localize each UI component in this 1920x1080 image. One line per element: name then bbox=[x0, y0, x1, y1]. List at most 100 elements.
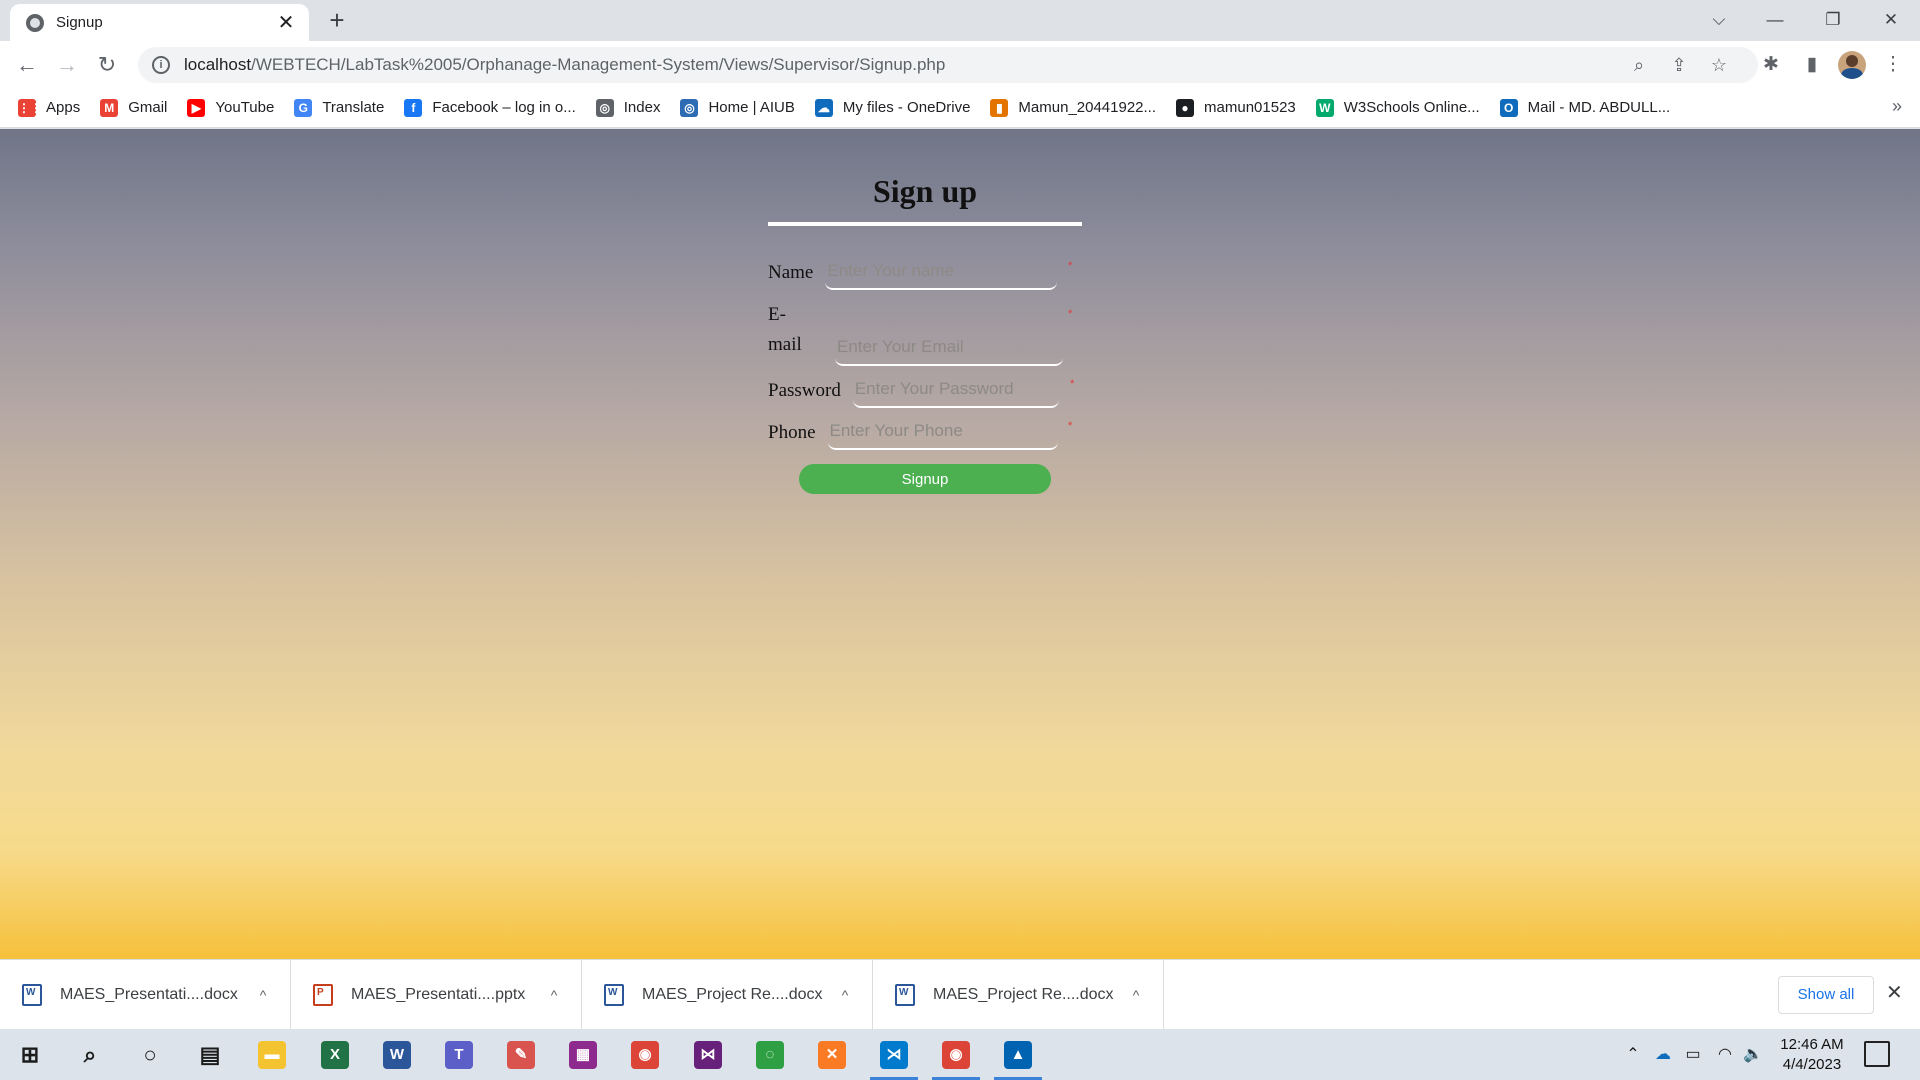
taskbar-item[interactable]: ⊞ bbox=[0, 1029, 60, 1080]
taskbar-item[interactable]: ◉ bbox=[926, 1029, 986, 1080]
bookmark-item[interactable]: ● mamun01523 bbox=[1176, 98, 1296, 117]
back-button[interactable]: ← bbox=[11, 49, 43, 81]
word-file-icon: W bbox=[604, 983, 624, 1006]
tab-title: Signup bbox=[56, 14, 103, 31]
email-field[interactable] bbox=[835, 334, 1063, 366]
download-item[interactable]: W MAES_Presentati....docx ^ bbox=[0, 960, 291, 1029]
bookmark-item[interactable]: ▶ YouTube bbox=[187, 98, 274, 117]
teams-icon: T bbox=[445, 1040, 473, 1069]
bookmark-item[interactable]: ◎ Index bbox=[595, 98, 660, 117]
close-window-button[interactable]: ✕ bbox=[1868, 4, 1914, 36]
loader-icon: ◌ bbox=[756, 1040, 784, 1069]
clock[interactable]: 12:46 AM 4/4/2023 bbox=[1770, 1035, 1854, 1075]
close-download-bar-icon[interactable]: ✕ bbox=[1886, 980, 1903, 1005]
signup-button[interactable]: Signup bbox=[799, 464, 1051, 494]
bookmark-label: Mamun_20441922... bbox=[1018, 99, 1157, 116]
chevron-up-icon[interactable]: ^ bbox=[248, 987, 278, 1003]
bookmark-item[interactable]: ☁ My files - OneDrive bbox=[814, 98, 970, 117]
phone-row: Phone * bbox=[768, 418, 1082, 450]
side-panel-icon[interactable]: ▮ bbox=[1796, 49, 1828, 81]
tab-strip: Signup ✕ + ⌵ — ❐ ✕ bbox=[0, 0, 1920, 41]
address-bar[interactable]: i localhost/WEBTECH/LabTask%2005/Orphana… bbox=[138, 47, 1758, 83]
chrome-active-icon: ◉ bbox=[942, 1040, 970, 1069]
xampp-icon: ✕ bbox=[818, 1040, 846, 1069]
notification-center-icon[interactable] bbox=[1864, 1041, 1890, 1067]
wifi-icon[interactable]: ◠ bbox=[1712, 1029, 1738, 1080]
taskbar-item[interactable]: W bbox=[367, 1029, 427, 1080]
task-view-icon: ▤ bbox=[199, 1041, 221, 1067]
taskbar-item[interactable]: ◌ bbox=[740, 1029, 800, 1080]
name-field[interactable] bbox=[825, 258, 1058, 290]
bookmark-item[interactable]: f Facebook – log in o... bbox=[404, 98, 576, 117]
volume-icon[interactable]: 🔈 bbox=[1740, 1029, 1766, 1080]
tab-search-icon[interactable]: ⌵ bbox=[1696, 4, 1742, 36]
bookmark-label: W3Schools Online... bbox=[1343, 99, 1480, 116]
show-all-button[interactable]: Show all bbox=[1778, 976, 1874, 1014]
download-item[interactable]: W MAES_Project Re....docx ^ bbox=[582, 960, 873, 1029]
bookmark-label: mamun01523 bbox=[1204, 99, 1296, 116]
restore-button[interactable]: ❐ bbox=[1810, 4, 1856, 36]
phone-field[interactable] bbox=[827, 418, 1058, 450]
bookmark-star-icon[interactable]: ☆ bbox=[1704, 47, 1734, 83]
site-info-icon[interactable]: i bbox=[152, 56, 170, 74]
required-mark: * bbox=[1068, 420, 1073, 432]
tab-close-icon[interactable]: ✕ bbox=[275, 10, 297, 35]
file-type-glyph: W bbox=[26, 986, 36, 998]
taskbar-item[interactable]: ⋊ bbox=[864, 1029, 924, 1080]
bookmark-label: Apps bbox=[46, 99, 81, 116]
chevron-up-icon[interactable]: ^ bbox=[830, 987, 860, 1003]
minimize-button[interactable]: — bbox=[1752, 4, 1798, 36]
bookmark-item[interactable]: ▮ Mamun_20441922... bbox=[990, 98, 1157, 117]
taskbar-item[interactable]: ▲ bbox=[988, 1029, 1048, 1080]
taskbar-item[interactable]: ○ bbox=[120, 1029, 180, 1080]
tray-chevron-icon[interactable]: ⌃ bbox=[1620, 1029, 1646, 1080]
name-label: Name bbox=[768, 262, 814, 283]
taskbar-item[interactable]: T bbox=[429, 1029, 489, 1080]
required-mark: * bbox=[1070, 378, 1075, 390]
word-icon: W bbox=[383, 1040, 411, 1069]
taskbar-item[interactable]: ▤ bbox=[180, 1029, 240, 1080]
bookmark-item[interactable]: W W3Schools Online... bbox=[1315, 98, 1480, 117]
extensions-icon[interactable]: ✱ bbox=[1755, 49, 1787, 81]
taskbar-item[interactable]: ▦ bbox=[553, 1029, 613, 1080]
winrar-icon: ▦ bbox=[569, 1040, 597, 1069]
bar-chart-icon: ▮ bbox=[990, 98, 1009, 117]
chevron-up-icon[interactable]: ^ bbox=[1121, 987, 1151, 1003]
password-field[interactable] bbox=[852, 376, 1059, 408]
share-icon[interactable]: ⇪ bbox=[1664, 47, 1694, 83]
bookmark-label: Facebook – log in o... bbox=[432, 99, 576, 116]
bookmark-item[interactable]: O Mail - MD. ABDULL... bbox=[1499, 98, 1670, 117]
bookmark-item[interactable]: ◎ Home | AIUB bbox=[680, 98, 795, 117]
new-tab-button[interactable]: + bbox=[323, 6, 351, 34]
reload-button[interactable]: ↻ bbox=[91, 49, 123, 81]
zoom-icon[interactable]: ⌕ bbox=[1624, 47, 1654, 83]
forward-button[interactable]: → bbox=[51, 49, 83, 81]
bookmarks-overflow-icon[interactable]: » bbox=[1892, 96, 1902, 117]
word-file-icon: W bbox=[895, 983, 915, 1006]
bookmark-item[interactable]: G Translate bbox=[294, 98, 384, 117]
download-item[interactable]: P MAES_Presentati....pptx ^ bbox=[291, 960, 582, 1029]
profile-avatar[interactable] bbox=[1838, 51, 1866, 79]
url-text[interactable]: localhost/WEBTECH/LabTask%2005/Orphanage… bbox=[184, 55, 945, 75]
chevron-up-icon[interactable]: ^ bbox=[539, 987, 569, 1003]
taskbar-item[interactable]: ▬ bbox=[242, 1029, 302, 1080]
file-type-glyph: P bbox=[317, 986, 324, 998]
password-label: Password bbox=[768, 380, 841, 401]
menu-icon[interactable]: ⋮ bbox=[1877, 49, 1909, 81]
onedrive-tray-icon[interactable]: ☁ bbox=[1650, 1029, 1676, 1080]
bookmarks-bar: ⋮⋮ Apps M Gmail ▶ YouTube G Translate f Facebook … bbox=[0, 88, 1920, 128]
globe-icon: ◎ bbox=[595, 98, 614, 117]
taskbar-item[interactable]: ⋈ bbox=[678, 1029, 738, 1080]
taskbar-item[interactable]: ⌕ bbox=[60, 1029, 120, 1080]
battery-icon[interactable]: ▭ bbox=[1680, 1029, 1706, 1080]
tab-signup[interactable]: Signup ✕ bbox=[10, 4, 309, 41]
taskbar-item[interactable]: ◉ bbox=[615, 1029, 675, 1080]
bookmark-item[interactable]: ⋮⋮ Apps bbox=[18, 98, 81, 117]
download-item[interactable]: W MAES_Project Re....docx ^ bbox=[873, 960, 1164, 1029]
taskbar-item[interactable]: X bbox=[305, 1029, 365, 1080]
file-explorer-icon: ▬ bbox=[258, 1040, 286, 1069]
taskbar-item[interactable]: ✕ bbox=[802, 1029, 862, 1080]
bookmark-item[interactable]: M Gmail bbox=[100, 98, 167, 117]
taskbar-item[interactable]: ✎ bbox=[491, 1029, 551, 1080]
aiub-icon: ◎ bbox=[680, 98, 699, 117]
